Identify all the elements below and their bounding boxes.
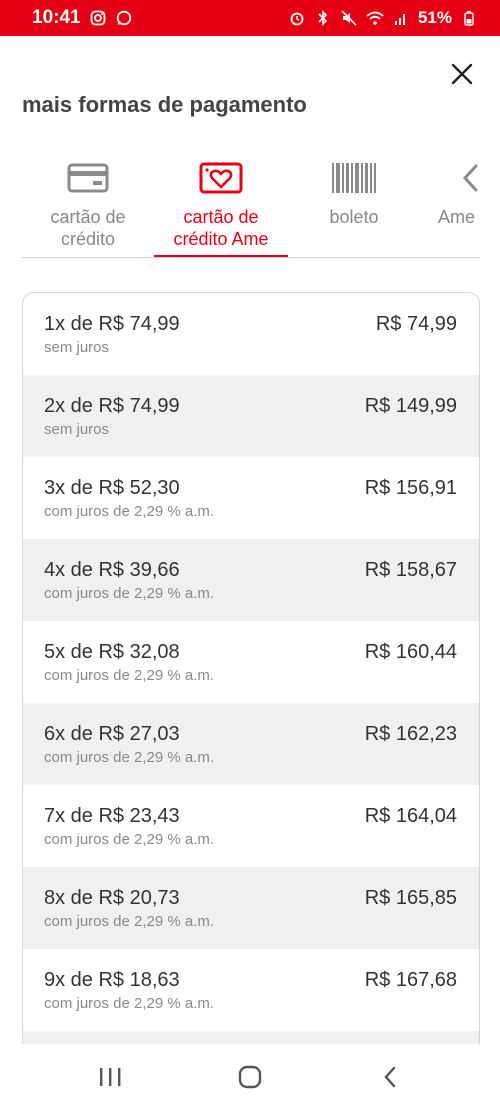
status-bar: 10:41 51% (0, 0, 500, 36)
instagram-icon (89, 9, 107, 27)
ame-card-icon (154, 156, 288, 200)
home-icon (238, 1065, 262, 1089)
installment-total: R$ 160,44 (364, 641, 457, 663)
installment-note: com juros de 2,29 % a.m. (44, 831, 215, 848)
installment-option[interactable]: 8x de R$ 20,73 com juros de 2,29 % a.m. … (23, 867, 479, 949)
sheet-title: mais formas de pagamento (22, 92, 307, 117)
installment-total: R$ 149,99 (364, 395, 457, 417)
tab-ame-credit-card[interactable]: cartão de crédito Ame (154, 150, 288, 257)
installment-note: com juros de 2,29 % a.m. (44, 503, 215, 520)
installment-total: R$ 164,04 (364, 805, 457, 827)
installment-total: R$ 74,99 (375, 313, 457, 335)
installment-total: R$ 162,23 (364, 723, 457, 745)
installment-option[interactable]: 7x de R$ 23,43 com juros de 2,29 % a.m. … (23, 785, 479, 867)
alarm-icon (288, 9, 306, 27)
credit-card-icon (22, 156, 154, 200)
payment-method-tabs: cartão de crédito cartão de crédito Ame … (22, 150, 480, 258)
ame-icon (438, 156, 480, 200)
home-button[interactable] (230, 1062, 270, 1092)
installment-total: R$ 158,67 (364, 559, 457, 581)
installment-option[interactable]: 6x de R$ 27,03 com juros de 2,29 % a.m. … (23, 703, 479, 785)
close-button[interactable] (448, 60, 476, 88)
tab-credit-card[interactable]: cartão de crédito (22, 150, 154, 257)
whatsapp-icon (115, 9, 133, 27)
tab-ame[interactable]: Ame (420, 150, 480, 257)
installment-list: 1x de R$ 74,99 sem juros R$ 74,99 2x de … (22, 292, 480, 1052)
tab-boleto[interactable]: boleto (288, 150, 420, 257)
installment-note: sem juros (44, 339, 110, 356)
tab-label-line1: cartão de (50, 207, 126, 227)
installment-note: com juros de 2,29 % a.m. (44, 995, 215, 1012)
installment-option[interactable]: 9x de R$ 18,63 com juros de 2,29 % a.m. … (23, 949, 479, 1031)
close-icon (451, 63, 473, 85)
installment-note: com juros de 2,29 % a.m. (44, 667, 215, 684)
barcode-icon (288, 156, 420, 200)
tab-label-line1: boleto (329, 207, 379, 227)
installment-note: sem juros (44, 421, 110, 438)
system-navigation-bar (0, 1044, 500, 1111)
recent-apps-button[interactable] (90, 1062, 130, 1092)
installment-note: com juros de 2,29 % a.m. (44, 585, 215, 602)
installment-option[interactable]: 2x de R$ 74,99 sem juros R$ 149,99 (23, 375, 479, 457)
battery-percentage: 51% (417, 8, 452, 27)
tab-label-line2: crédito Ame (173, 229, 269, 249)
mute-icon (340, 9, 358, 27)
installment-option[interactable]: 3x de R$ 52,30 com juros de 2,29 % a.m. … (23, 457, 479, 539)
battery-icon (460, 9, 478, 27)
installment-total: R$ 167,68 (364, 969, 457, 991)
installment-note: com juros de 2,29 % a.m. (44, 749, 215, 766)
tab-label-line1: cartão de (183, 207, 259, 227)
installment-option[interactable]: 1x de R$ 74,99 sem juros R$ 74,99 (23, 293, 479, 375)
recent-apps-icon (100, 1068, 121, 1086)
back-icon (384, 1066, 396, 1088)
status-time: 10:41 (32, 7, 81, 28)
bluetooth-icon (314, 9, 332, 27)
tab-label-line2: crédito (60, 229, 116, 249)
installment-option[interactable]: 5x de R$ 32,08 com juros de 2,29 % a.m. … (23, 621, 479, 703)
wifi-icon (366, 9, 384, 27)
signal-icon (392, 9, 410, 27)
installment-option[interactable]: 4x de R$ 39,66 com juros de 2,29 % a.m. … (23, 539, 479, 621)
back-button[interactable] (370, 1062, 410, 1092)
installment-total: R$ 156,91 (364, 477, 457, 499)
tab-label-line1: Ame (438, 207, 476, 227)
installment-note: com juros de 2,29 % a.m. (44, 913, 215, 930)
installment-total: R$ 165,85 (364, 887, 457, 909)
